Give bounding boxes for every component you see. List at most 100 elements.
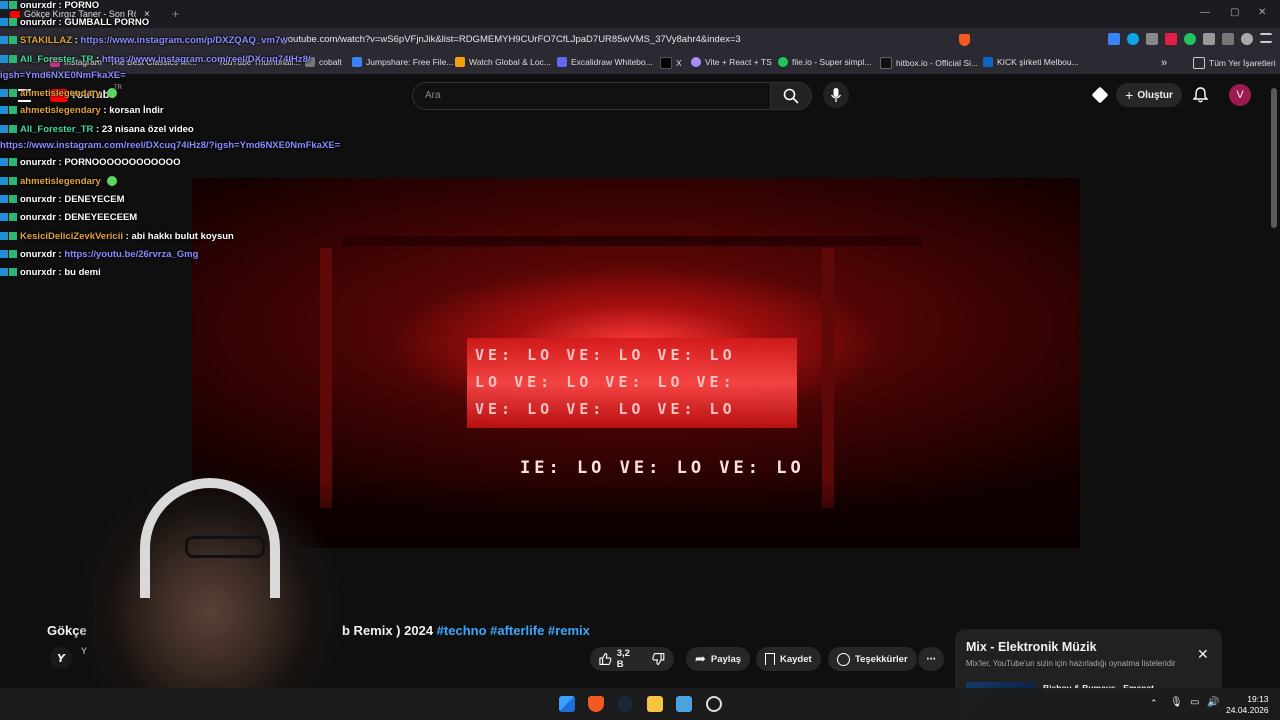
extension-icon[interactable]	[1184, 33, 1196, 45]
chat-badge-icon	[0, 232, 8, 241]
file-explorer-icon[interactable]	[647, 696, 663, 712]
like-count[interactable]: 3,2 B	[617, 648, 638, 670]
thanks-icon	[837, 652, 850, 666]
chat-message: STAKILLAZ : https://www.instagram.com/p/…	[0, 35, 288, 46]
extension-icon[interactable]	[1165, 33, 1177, 45]
chat-badge-icon	[0, 250, 8, 259]
bookmark-item[interactable]: Watch Global & Loc...	[455, 57, 551, 67]
dislike-icon[interactable]	[652, 652, 665, 666]
menu-icon[interactable]	[1260, 33, 1272, 43]
search-input[interactable]: Ara	[412, 82, 772, 110]
chat-badge-icon	[9, 177, 17, 186]
search-button[interactable]	[770, 82, 812, 110]
chat-link[interactable]: https://www.instagram.com/reel/DXcuq74iH…	[0, 140, 340, 151]
thanks-button[interactable]: Teşekkürler	[828, 647, 917, 671]
avatar[interactable]: V	[1229, 84, 1251, 106]
stage-bottom-text: IE: LO VE: LO VE: LO	[520, 458, 805, 478]
vpn-icon[interactable]	[1241, 33, 1253, 45]
bookmark-item[interactable]: file.io - Super simpl...	[778, 57, 871, 67]
all-bookmarks-folder[interactable]: Tüm Yer İşaretleri	[1193, 57, 1276, 69]
bookmark-label: hitbox.io - Official Si...	[896, 58, 979, 68]
chat-username: onurxdr	[20, 17, 56, 28]
chat-link[interactable]: https://www.instagram.com/p/DXZQAQ_vm7w	[81, 35, 288, 46]
bookmarks-overflow-button[interactable]: »	[1161, 57, 1167, 69]
search-placeholder: Ara	[425, 90, 441, 101]
chevron-up-icon[interactable]: ⌃	[1150, 698, 1158, 709]
clock-date: 24.04.2026	[1226, 705, 1269, 715]
plus-icon: +	[1125, 87, 1134, 103]
chat-text: PORNOOOOOOOOOOOO	[64, 157, 181, 168]
taskbar	[0, 688, 1280, 720]
chat-username: ahmetislegendary	[20, 176, 101, 187]
like-dislike-group: 3,2 B	[590, 647, 674, 671]
create-button[interactable]: + Oluştur	[1116, 83, 1182, 107]
chat-message: All_Forester_TR : https://www.instagram.…	[0, 54, 311, 65]
chat-badge-icon	[0, 177, 8, 186]
window-close-icon[interactable]: ✕	[1258, 7, 1266, 18]
bookmark-label: Excalidraw Whitebo...	[571, 57, 653, 67]
puzzle-icon[interactable]	[1203, 33, 1215, 45]
extension-icon[interactable]	[1127, 33, 1139, 45]
bookmark-item[interactable]: KICK şirketi Melbou...	[983, 57, 1079, 67]
system-clock[interactable]: 19:13 24.04.2026	[1226, 694, 1269, 716]
new-tab-button[interactable]: +	[172, 5, 179, 23]
minimize-icon[interactable]: —	[1200, 7, 1210, 18]
voice-search-button[interactable]	[823, 82, 849, 108]
chat-badge-icon	[0, 158, 8, 167]
bookmark-item[interactable]: X	[660, 57, 682, 69]
chat-badge-icon	[0, 18, 8, 27]
share-icon: ➦	[695, 651, 706, 666]
clock-time: 19:13	[1247, 694, 1269, 704]
windows-start-icon[interactable]	[559, 696, 575, 712]
chat-badge-icon	[0, 213, 8, 222]
extension-icon[interactable]	[1146, 33, 1158, 45]
chat-message: onurxdr : PORNOOOOOOOOOOOO	[0, 157, 180, 168]
extension-icon[interactable]	[1108, 33, 1120, 45]
shield-icon[interactable]	[959, 34, 970, 46]
chat-badge-icon	[9, 232, 17, 241]
maximize-icon[interactable]: ▢	[1230, 7, 1239, 18]
chat-link[interactable]: https://youtu.be/26rvrza_Gmg	[64, 249, 198, 260]
notifications-bell-icon[interactable]	[1193, 87, 1208, 103]
mix-subtitle: Mix'ler, YouTube'un sizin için hazırladı…	[966, 659, 1176, 668]
url-field[interactable]: youtube.com/watch?v=wS6pVFjnJik&list=RDG…	[283, 34, 741, 45]
chat-message: onurxdr : GUMBALL PORNO	[0, 17, 149, 28]
hashtag-links[interactable]: #techno #afterlife #remix	[437, 623, 590, 638]
chat-link[interactable]: https://www.instagram.com/reel/DXcuq74IH…	[102, 54, 311, 65]
remote-desktop-icon[interactable]	[676, 696, 692, 712]
share-button[interactable]: ➦ Paylaş	[686, 647, 751, 671]
page-scrollbar[interactable]	[1271, 88, 1277, 228]
thanks-label: Teşekkürler	[855, 653, 908, 665]
save-button[interactable]: Kaydet	[756, 647, 821, 671]
more-actions-button[interactable]: ⋯	[918, 647, 944, 671]
browser-tab-bar: Gökçe Kırgız Taner - Son Rötuş ( × + — ▢…	[0, 0, 1280, 28]
network-icon[interactable]: ▭	[1190, 697, 1199, 708]
chat-username: All_Forester_TR	[20, 54, 94, 65]
led-screen: VE: LO VE: LO VE: LO LO VE: LO VE: LO VE…	[467, 338, 797, 428]
bookmark-item[interactable]: hitbox.io - Official Si...	[880, 57, 978, 69]
chat-link[interactable]: igsh=Ymd6NXE0NmFkaXE=	[0, 70, 126, 81]
bookmark-item[interactable]: Jumpshare: Free File...	[352, 57, 453, 67]
microphone-tray-icon[interactable]: 🎙	[1170, 697, 1183, 708]
chat-emote-icon	[106, 176, 117, 187]
steam-icon[interactable]	[617, 696, 633, 712]
media-icon[interactable]	[1222, 33, 1234, 45]
chat-badge-icon	[0, 36, 8, 45]
bookmark-item[interactable]: Vite + React + TS	[691, 57, 772, 67]
chat-badge-icon	[9, 55, 17, 64]
like-icon[interactable]	[599, 652, 612, 666]
volume-icon[interactable]: 🔊	[1207, 697, 1219, 708]
obs-icon[interactable]	[706, 696, 722, 712]
bookmark-item[interactable]: Excalidraw Whitebo...	[557, 57, 653, 67]
chat-message: onurxdr : bu demi	[0, 267, 101, 278]
chat-badge-icon	[0, 268, 8, 277]
mix-close-icon[interactable]: ✕	[1197, 646, 1209, 663]
chat-text: 23 nisana özel video	[101, 124, 194, 135]
chat-emote-icon	[106, 88, 117, 99]
chat-badge-icon	[0, 106, 8, 115]
chat-message: KesiciDeliciZevkVericii : abi hakkı bulu…	[0, 231, 234, 242]
share-label: Paylaş	[710, 653, 742, 665]
brave-browser-icon[interactable]	[588, 696, 604, 712]
led-text-row: VE: LO VE: LO VE: LO	[475, 346, 736, 364]
create-label: Oluştur	[1137, 89, 1173, 101]
